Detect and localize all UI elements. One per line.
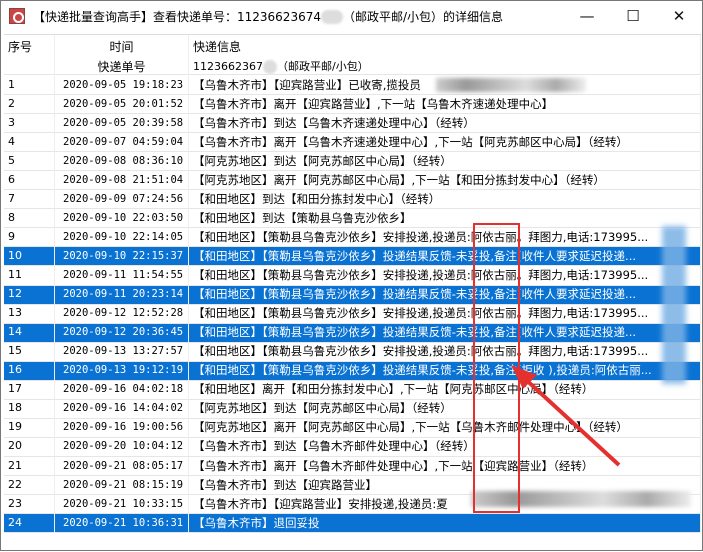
annotation-arrow [511, 365, 621, 467]
window: 【快递批量查询高手】查看快递单号：11236623674 （邮政平邮/小包）的详细… [0, 0, 703, 551]
